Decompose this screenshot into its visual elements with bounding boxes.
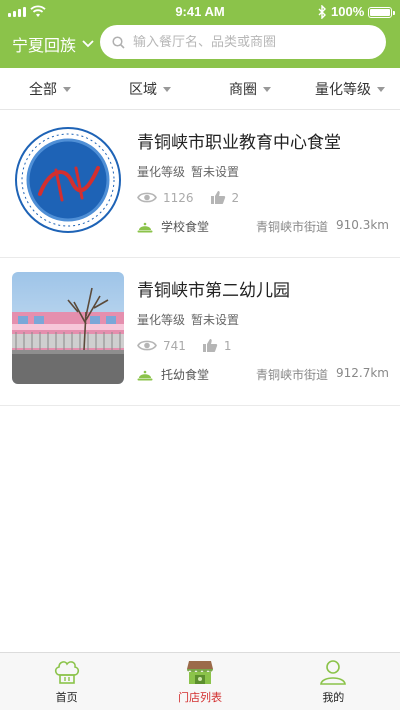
restaurant-name: 青铜峡市第二幼儿园	[137, 281, 290, 301]
caret-down-icon	[63, 86, 71, 92]
location-info: 青铜峡市街道 912.7km	[256, 366, 389, 383]
status-bar: 9:41 AM 100%	[0, 0, 400, 24]
chevron-down-icon	[82, 40, 94, 48]
region-selector[interactable]: 宁夏回族	[12, 30, 94, 58]
tab-label: 门店列表	[177, 691, 222, 704]
like-count: 2	[210, 190, 239, 205]
tab-label: 我的	[322, 691, 345, 704]
canteen-type: 托幼食堂	[137, 366, 209, 383]
filter-all[interactable]: 全部	[0, 68, 100, 109]
card-footer: 托幼食堂 青铜峡市街道 912.7km	[137, 366, 389, 383]
view-count: 1126	[137, 191, 194, 205]
search-icon	[112, 35, 125, 49]
bottom-tab-bar: 首页 门店列表 我的	[0, 652, 400, 710]
filter-label: 商圈	[229, 81, 257, 98]
search-input[interactable]	[133, 34, 386, 50]
rating-level-label: 量化等级	[137, 165, 186, 179]
filter-label: 全部	[29, 81, 57, 98]
rating-level-value: 暂未设置	[191, 313, 240, 327]
rating-level-value: 暂未设置	[191, 165, 240, 179]
caret-down-icon	[263, 86, 271, 92]
canteen-type: 学校食堂	[137, 218, 209, 235]
tab-label: 首页	[55, 691, 78, 704]
tab-store-list[interactable]: 门店列表	[133, 653, 266, 710]
battery-percent: 100%	[331, 4, 365, 19]
distance: 912.7km	[336, 366, 389, 380]
card-stats: 1126 2	[137, 190, 255, 205]
list-item[interactable]: 青铜峡市职业教育中心食堂 量化等级 暂未设置 1126 2 学校食堂 青铜峡市街…	[0, 110, 400, 258]
region-label: 宁夏回族	[12, 36, 77, 55]
thumbs-up-icon	[210, 191, 225, 204]
rating-level: 量化等级 暂未设置	[137, 163, 239, 180]
street-name: 青铜峡市街道	[255, 220, 328, 234]
filter-label: 区域	[129, 81, 157, 98]
food-cover-icon	[137, 222, 153, 232]
restaurant-name: 青铜峡市职业教育中心食堂	[137, 133, 341, 153]
location-info: 青铜峡市街道 910.3km	[256, 218, 389, 235]
filter-area[interactable]: 区域	[100, 68, 200, 109]
school-logo-image	[12, 124, 124, 236]
distance: 910.3km	[336, 218, 389, 232]
user-icon	[320, 660, 347, 685]
tab-profile[interactable]: 我的	[267, 653, 400, 710]
battery-icon	[368, 7, 395, 18]
caret-down-icon	[377, 86, 385, 92]
view-count: 741	[137, 339, 186, 353]
like-count: 1	[202, 338, 232, 353]
card-stats: 741 1	[137, 338, 248, 353]
kindergarten-photo	[12, 272, 124, 384]
rating-level: 量化等级 暂未设置	[137, 311, 239, 328]
filter-business-district[interactable]: 商圈	[200, 68, 300, 109]
thumbs-up-icon	[202, 339, 218, 352]
eye-icon	[137, 192, 157, 203]
rating-level-label: 量化等级	[137, 313, 186, 327]
card-footer: 学校食堂 青铜峡市街道 910.3km	[137, 218, 389, 235]
bluetooth-icon	[318, 5, 326, 19]
filter-bar: 全部 区域 商圈 量化等级	[0, 68, 400, 110]
store-icon	[186, 661, 213, 684]
restaurant-list: 青铜峡市职业教育中心食堂 量化等级 暂未设置 1126 2 学校食堂 青铜峡市街…	[0, 110, 400, 406]
filter-label: 量化等级	[315, 81, 371, 98]
eye-icon	[137, 340, 157, 351]
chef-hat-icon	[54, 661, 79, 684]
caret-down-icon	[163, 86, 171, 92]
street-name: 青铜峡市街道	[255, 368, 328, 382]
search-bar[interactable]	[100, 25, 386, 59]
filter-rating-level[interactable]: 量化等级	[300, 68, 400, 109]
list-item[interactable]: 青铜峡市第二幼儿园 量化等级 暂未设置 741 1 托幼食堂 青铜峡市街道 91…	[0, 258, 400, 406]
app-header: 9:41 AM 100% 宁夏回族	[0, 0, 400, 68]
tab-home[interactable]: 首页	[0, 653, 133, 710]
food-cover-icon	[137, 370, 153, 380]
